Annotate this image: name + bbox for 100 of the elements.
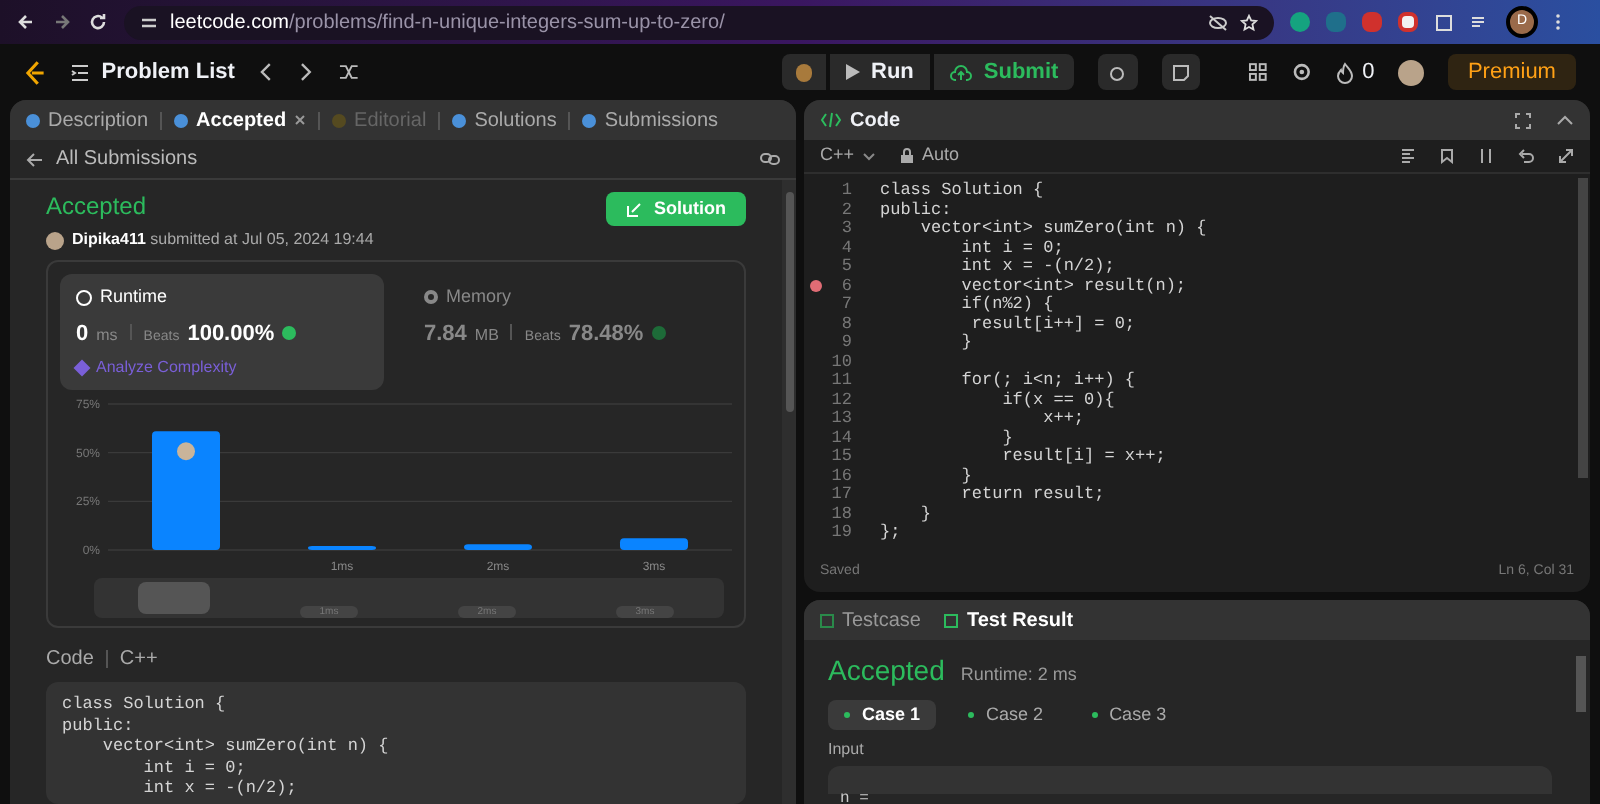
tab[interactable]: Solutions — [452, 105, 557, 135]
code-line: }; — [880, 524, 901, 543]
more-icon[interactable] — [1554, 12, 1562, 32]
timer-button[interactable] — [1098, 54, 1138, 90]
media-icon[interactable] — [1470, 12, 1490, 32]
address-bar[interactable]: leetcode.com/problems/find-n-unique-integers-sum-up-to-zero/ — [124, 5, 1274, 39]
beats-value: 100.00% — [187, 319, 275, 349]
submit-button[interactable]: Submit — [933, 54, 1075, 90]
code-line: if(n%2) { — [959, 296, 1054, 315]
line-number: 5 — [839, 258, 852, 277]
premium-button[interactable]: Premium — [1447, 54, 1576, 90]
range-handle[interactable] — [138, 582, 210, 614]
code-line: int i = 0; — [959, 239, 1064, 257]
checkbox-icon — [820, 613, 834, 627]
code-line: return result; — [959, 486, 1105, 505]
settings-icon[interactable] — [1292, 62, 1313, 82]
code-label: Code — [46, 646, 94, 674]
line-number: 8 — [839, 315, 852, 334]
line-number: 11 — [829, 372, 852, 391]
problem-list-button[interactable]: Problem List — [69, 55, 235, 89]
tab[interactable]: Testcase — [820, 605, 921, 635]
user-avatar — [177, 442, 195, 461]
language-label: C++ — [119, 646, 158, 674]
code-line: result[i++] = 0; — [970, 315, 1136, 334]
code-line: class Solution { — [62, 694, 228, 715]
eye-off-icon[interactable] — [1208, 13, 1228, 31]
undo-icon[interactable] — [1518, 148, 1534, 164]
metric-value: 0 — [76, 319, 89, 349]
tab[interactable]: Description — [26, 105, 149, 135]
metric-label: Memory — [446, 284, 512, 310]
code-line: int x = -(n/2); — [141, 778, 299, 799]
code-line: x++; — [1041, 410, 1085, 429]
chevron-left-icon[interactable] — [258, 62, 275, 82]
scrollbar[interactable] — [782, 180, 796, 804]
panel-title: Code — [850, 107, 900, 135]
badge-icon — [651, 325, 666, 339]
code-line: if(x == 0){ — [1000, 391, 1115, 410]
line-number: 6 — [839, 277, 852, 296]
line-number: 10 — [829, 353, 852, 372]
back-arrow-icon[interactable] — [26, 151, 44, 167]
close-icon[interactable] — [294, 114, 307, 126]
back-icon[interactable] — [16, 12, 36, 32]
format-icon[interactable] — [1400, 148, 1416, 164]
run-button[interactable]: Run — [829, 54, 930, 90]
site-info-icon[interactable] — [140, 13, 158, 31]
reload-icon[interactable] — [88, 12, 108, 32]
notes-button[interactable] — [1161, 54, 1201, 90]
badge-icon — [282, 325, 297, 339]
fullscreen-icon[interactable] — [1514, 111, 1532, 129]
debug-button[interactable] — [781, 54, 825, 90]
case-tab[interactable]: Case 2 — [952, 700, 1060, 730]
line-number: 18 — [829, 505, 852, 524]
line-number: 15 — [829, 448, 852, 467]
line-number: 12 — [829, 391, 852, 410]
code-icon — [820, 112, 842, 128]
line-number: 17 — [829, 486, 852, 505]
lock-icon — [900, 148, 915, 164]
cloud-upload-icon — [949, 63, 972, 81]
list-icon — [69, 63, 90, 81]
tab-icon — [332, 113, 347, 127]
tab-icon — [582, 113, 597, 127]
tab[interactable]: Test Result — [944, 605, 1074, 635]
code-line: vector<int> sumZero(int n) { — [918, 220, 1207, 239]
note-icon — [1172, 63, 1191, 81]
tab-icon — [26, 113, 40, 127]
case-tab[interactable]: Case 3 — [1075, 700, 1183, 730]
tab[interactable]: Accepted — [174, 105, 307, 135]
tab-icon — [174, 113, 189, 127]
line-number: 3 — [839, 220, 852, 239]
expand-icon[interactable] — [1558, 148, 1574, 164]
link-icon[interactable] — [760, 150, 780, 168]
code-line: } — [959, 334, 972, 353]
shuffle-icon[interactable] — [338, 62, 360, 82]
layout-icon[interactable] — [1248, 62, 1269, 82]
user-avatar — [46, 231, 64, 249]
logo-icon[interactable] — [24, 59, 46, 85]
star-icon[interactable] — [1240, 13, 1258, 31]
code-line: vector<int> result(n); — [959, 277, 1187, 295]
code-line: class Solution { — [880, 182, 1044, 201]
line-number: 14 — [829, 429, 852, 448]
forward-icon[interactable] — [52, 12, 72, 32]
line-number: 2 — [839, 201, 852, 220]
code-line: } — [1000, 429, 1013, 447]
streak-count: 0 — [1362, 57, 1375, 88]
code-line: result[i] = x++; — [1000, 448, 1166, 467]
line-number: 1 — [839, 182, 852, 201]
line-number: 7 — [839, 296, 852, 315]
tab[interactable]: Submissions — [582, 105, 719, 135]
user-avatar[interactable] — [1398, 59, 1424, 85]
line-number: 9 — [839, 334, 852, 353]
case-tab[interactable]: Case 1 — [828, 700, 937, 730]
breakpoint-icon[interactable] — [810, 280, 822, 293]
play-icon — [845, 64, 859, 80]
flame-icon[interactable] — [1336, 61, 1355, 83]
language-dropdown[interactable]: C++ — [820, 142, 877, 170]
all-submissions-link[interactable]: All Submissions — [56, 144, 198, 174]
bookmark-icon[interactable] — [1440, 148, 1454, 164]
mode-label[interactable]: Auto — [922, 142, 960, 170]
chevron-up-icon[interactable] — [1556, 114, 1574, 126]
chevron-right-icon[interactable] — [298, 62, 315, 82]
